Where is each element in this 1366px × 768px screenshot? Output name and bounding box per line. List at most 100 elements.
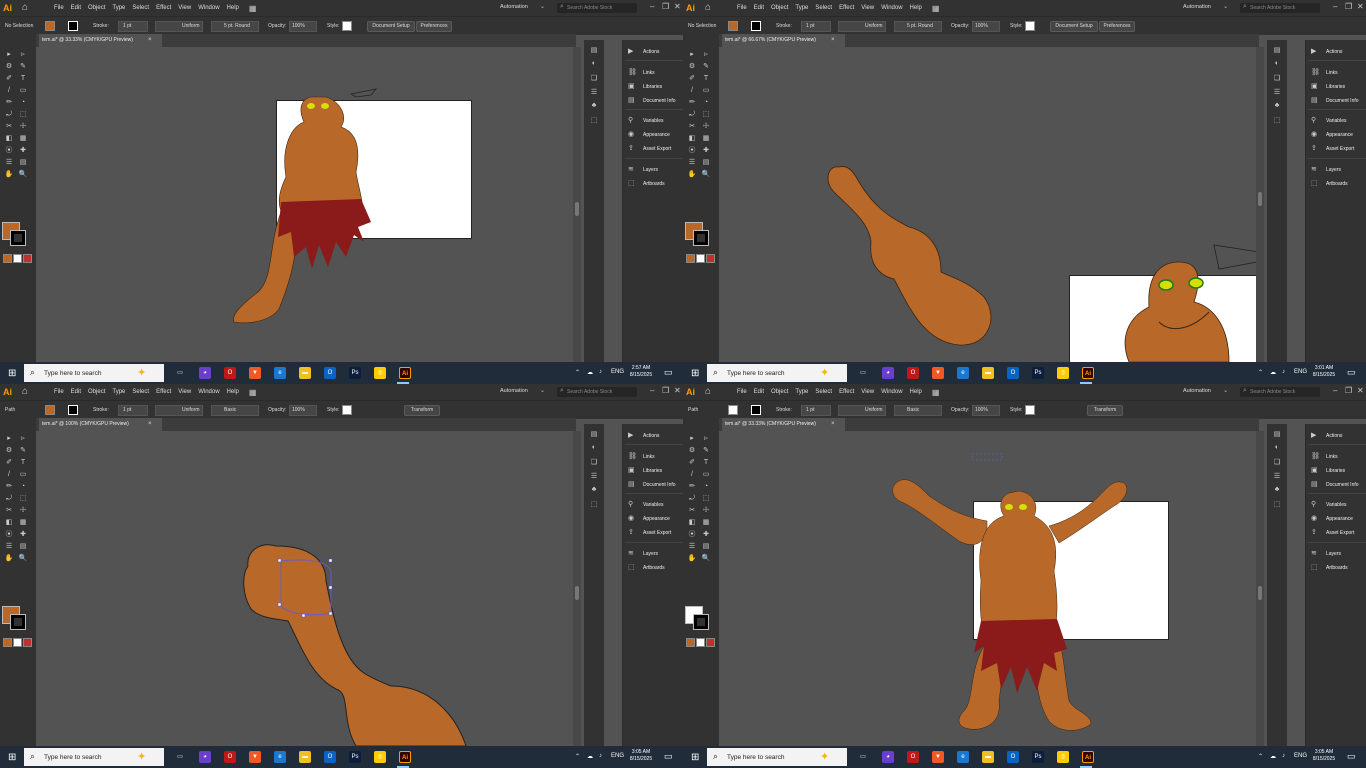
taskbar-opera-icon[interactable]: O — [907, 367, 919, 379]
scroll-thumb[interactable] — [1258, 586, 1262, 600]
tool-icon[interactable]: 🔍 — [18, 170, 28, 180]
tool-icon[interactable]: ◔ — [18, 482, 28, 492]
illustrator-logo[interactable]: Ai — [3, 2, 17, 14]
tool-icon[interactable]: ✎ — [701, 446, 711, 456]
panel-links[interactable]: ⛓ Links — [623, 451, 683, 463]
tool-icon[interactable]: ▦ — [701, 518, 711, 528]
tool-icon[interactable]: ▸ — [4, 434, 14, 444]
taskbar-chrome-icon[interactable]: ◎ — [1057, 367, 1069, 379]
automation-menu[interactable]: Automation — [500, 388, 528, 394]
tool-icon[interactable]: ◧ — [4, 518, 14, 528]
panel-toggle-icon[interactable]: ▤ — [1272, 46, 1282, 55]
panel-libraries[interactable]: ▣ Libraries — [623, 81, 683, 93]
taskbar-edge-icon[interactable]: e — [274, 367, 286, 379]
menu-type[interactable]: Type — [112, 5, 125, 11]
stroke-color-swatch[interactable] — [693, 230, 709, 246]
panel-appearance[interactable]: ◉ Appearance — [623, 129, 683, 141]
vertical-scrollbar[interactable] — [1256, 431, 1264, 746]
tool-icon[interactable]: ✐ — [4, 458, 14, 468]
menu-edit[interactable]: Edit — [754, 389, 764, 395]
panel-toggle-icon[interactable]: ♣ — [589, 486, 599, 495]
volume-icon[interactable]: ♪ — [1282, 753, 1285, 759]
tool-icon[interactable]: / — [4, 86, 14, 96]
tray-overflow-icon[interactable]: ⌃ — [1258, 369, 1263, 376]
tool-icon[interactable]: ⤾ — [4, 110, 14, 120]
chevron-down-icon[interactable]: ⌄ — [540, 3, 545, 10]
panel-toggle-icon[interactable]: ▤ — [1272, 430, 1282, 439]
preferences-button[interactable]: Preferences — [416, 21, 452, 32]
document-setup-button[interactable]: Document Setup — [1050, 21, 1098, 32]
taskbar-file-explorer-icon[interactable]: ▬ — [982, 367, 994, 379]
tool-icon[interactable]: ▹ — [18, 434, 28, 444]
panel-toggle-icon[interactable]: ⬚ — [589, 500, 599, 509]
panel-appearance[interactable]: ◉ Appearance — [623, 513, 683, 525]
panel-libraries[interactable]: ▣ Libraries — [1306, 465, 1366, 477]
illustrator-logo[interactable]: Ai — [686, 386, 700, 398]
tool-icon[interactable]: ☰ — [687, 542, 697, 552]
close-tab-icon[interactable]: × — [148, 34, 152, 47]
tray-overflow-icon[interactable]: ⌃ — [1258, 753, 1263, 760]
close-icon[interactable]: ✕ — [1357, 386, 1364, 395]
taskbar-task-view-icon[interactable]: ▭ — [857, 751, 869, 763]
panel-document-info[interactable]: ▤ Document Info — [1306, 479, 1366, 491]
close-icon[interactable]: ✕ — [674, 386, 681, 395]
panel-asset-export[interactable]: ⇪ Asset Export — [623, 527, 683, 539]
taskbar-edge-icon[interactable]: e — [957, 367, 969, 379]
language-indicator[interactable]: ENG — [1294, 369, 1307, 375]
tool-icon[interactable]: ✋ — [4, 170, 14, 180]
panel-document-info[interactable]: ▤ Document Info — [623, 479, 683, 491]
menu-help[interactable]: Help — [910, 5, 922, 11]
panel-asset-export[interactable]: ⇪ Asset Export — [1306, 143, 1366, 155]
menu-view[interactable]: View — [178, 5, 191, 11]
style-swatch[interactable] — [1025, 405, 1035, 415]
panel-variables[interactable]: ⚲ Variables — [623, 115, 683, 127]
taskbar-outlook-icon[interactable]: O — [324, 751, 336, 763]
panel-artboards[interactable]: ⬚ Artboards — [623, 562, 683, 574]
taskbar-photoshop-icon[interactable]: Ps — [1032, 751, 1044, 763]
menu-type[interactable]: Type — [795, 5, 808, 11]
taskbar-search-input[interactable]: ⌕ Type here to search ✦ — [707, 748, 847, 766]
panel-toggle-icon[interactable]: ◐ — [1272, 444, 1282, 453]
taskbar-copilot-icon[interactable]: ◕ — [199, 751, 211, 763]
tray-overflow-icon[interactable]: ⌃ — [575, 369, 580, 376]
taskbar-file-explorer-icon[interactable]: ▬ — [982, 751, 994, 763]
taskbar-task-view-icon[interactable]: ▭ — [857, 367, 869, 379]
tool-icon[interactable]: ☰ — [687, 158, 697, 168]
menu-select[interactable]: Select — [132, 389, 149, 395]
tool-icon[interactable]: ▦ — [18, 518, 28, 528]
tool-icon[interactable]: ⤾ — [687, 110, 697, 120]
tool-icon[interactable]: ☩ — [701, 122, 711, 132]
taskbar-illustrator-icon[interactable]: Ai — [399, 751, 411, 763]
panel-layers[interactable]: ≋ Layers — [623, 164, 683, 176]
panel-toggle-icon[interactable]: ☰ — [1272, 88, 1282, 97]
style-swatch[interactable] — [342, 405, 352, 415]
tool-icon[interactable]: ✎ — [18, 446, 28, 456]
document-tab[interactable]: tem.ai* @ 66.67% (CMYK/GPU Preview) — [722, 34, 845, 47]
close-icon[interactable]: ✕ — [1357, 2, 1364, 11]
color-mode-swatch[interactable] — [696, 254, 705, 263]
tool-icon[interactable]: / — [4, 470, 14, 480]
tool-icon[interactable]: ✚ — [18, 530, 28, 540]
notification-icon[interactable]: ▭ — [664, 367, 673, 378]
scroll-thumb[interactable] — [575, 586, 579, 600]
panel-document-info[interactable]: ▤ Document Info — [1306, 95, 1366, 107]
minimize-icon[interactable]: – — [1333, 386, 1337, 395]
tool-icon[interactable]: ☩ — [701, 506, 711, 516]
vertical-scrollbar[interactable] — [573, 431, 581, 746]
panel-links[interactable]: ⛓ Links — [623, 67, 683, 79]
tool-icon[interactable]: ▤ — [18, 158, 28, 168]
taskbar-edge-icon[interactable]: e — [957, 751, 969, 763]
tool-icon[interactable]: ⚙ — [4, 62, 14, 72]
color-mode-swatch[interactable] — [686, 638, 695, 647]
stock-search-input[interactable]: ⌕ Search Adobe Stock — [1240, 387, 1320, 397]
panel-toggle-icon[interactable]: ▤ — [589, 430, 599, 439]
network-icon[interactable]: ☁ — [587, 369, 593, 376]
tool-icon[interactable]: ✏ — [4, 98, 14, 108]
taskbar-brave-icon[interactable]: ▼ — [249, 751, 261, 763]
panel-toggle-icon[interactable]: ♣ — [589, 102, 599, 111]
color-mode-swatch[interactable] — [706, 638, 715, 647]
menu-view[interactable]: View — [861, 5, 874, 11]
panel-actions[interactable]: ▶ Actions — [1306, 430, 1366, 442]
opacity-label[interactable]: Opacity: — [951, 23, 969, 29]
minimize-icon[interactable]: – — [1333, 2, 1337, 11]
